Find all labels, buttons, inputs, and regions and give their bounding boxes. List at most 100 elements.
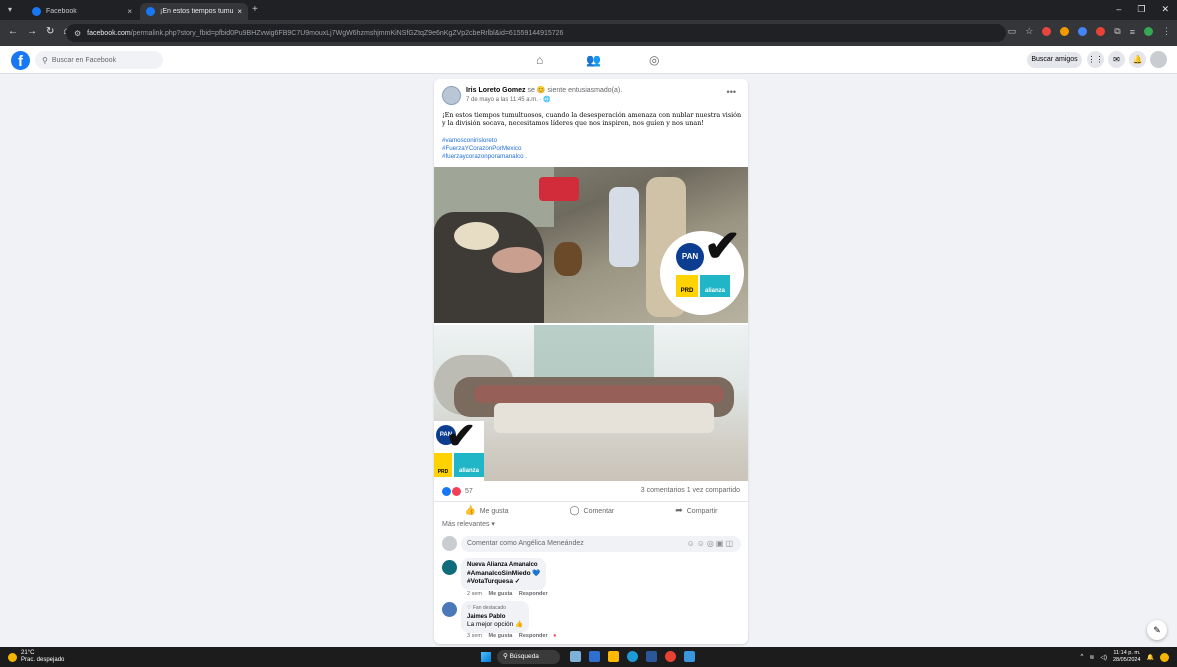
comment-meta: 3 sem Me gusta Responder ● bbox=[467, 633, 556, 639]
browser-tab-strip: ▾ Facebook × ¡En estos tiempos tumult...… bbox=[0, 0, 1177, 20]
groups-nav-icon[interactable]: ◎ bbox=[649, 53, 659, 67]
close-tab-icon[interactable]: × bbox=[127, 7, 132, 16]
friends-nav-icon[interactable]: 👥 bbox=[586, 53, 601, 67]
cast-icon[interactable]: ▭ bbox=[1008, 26, 1017, 37]
site-info-icon[interactable]: ⚙ bbox=[74, 29, 81, 38]
hashtag-link[interactable]: #fuerzaycorazonporamanalco . bbox=[442, 153, 527, 160]
file-explorer-icon[interactable] bbox=[608, 651, 619, 662]
post-actions: 👍 Me gusta ◯ Comentar ➦ Compartir bbox=[434, 501, 748, 519]
post-stats[interactable]: 3 comentarios 1 vez compartido bbox=[641, 487, 740, 494]
comment-bubble-icon: ◯ bbox=[569, 505, 580, 515]
facebook-logo-icon[interactable]: f bbox=[11, 51, 30, 70]
party-logo-badge: PAN PRD alianza ✔ bbox=[434, 415, 484, 481]
comment-line: #AmanalcoSinMiedo 💙 bbox=[467, 569, 541, 577]
comment-label: Comentar bbox=[583, 508, 615, 515]
store-app-icon[interactable] bbox=[646, 651, 657, 662]
hashtag-link[interactable]: #vamosconirisloreto bbox=[442, 137, 497, 144]
tab-search-icon[interactable]: ▾ bbox=[8, 5, 12, 14]
post-card: Iris Loreto Gomez se 😊 siente entusiasma… bbox=[434, 79, 748, 644]
home-nav-icon[interactable]: ⌂ bbox=[536, 53, 543, 67]
comment-sort-dropdown[interactable]: Más relevantes ▾ bbox=[442, 520, 495, 528]
clock[interactable]: 11:14 p. m. 28/05/2024 bbox=[1113, 650, 1141, 664]
new-tab-icon[interactable]: + bbox=[252, 4, 258, 15]
like-label: Me gusta bbox=[479, 508, 509, 515]
messenger-icon[interactable]: ✉ bbox=[1108, 51, 1125, 68]
post-timestamp[interactable]: 7 de mayo a las 11:45 a.m. · 🌐 bbox=[466, 96, 551, 103]
love-reaction-icon bbox=[452, 487, 461, 496]
media-icon[interactable]: ≡ bbox=[1130, 27, 1135, 37]
tab-facebook[interactable]: Facebook × bbox=[26, 3, 138, 20]
comment-reply-link[interactable]: Responder bbox=[519, 633, 548, 639]
extension-icon[interactable] bbox=[1096, 27, 1106, 36]
account-avatar[interactable] bbox=[1150, 51, 1167, 68]
extension-icon[interactable] bbox=[1078, 27, 1088, 36]
author-name[interactable]: Iris Loreto Gomez bbox=[466, 87, 526, 94]
comment-tool-icons[interactable]: ☺☺◎▣◫ bbox=[687, 536, 735, 552]
comment-like-link[interactable]: Me gusta bbox=[489, 591, 513, 597]
facebook-favicon-icon bbox=[32, 7, 41, 16]
facebook-search-input[interactable]: ⚲ Buscar en Facebook bbox=[35, 51, 163, 69]
show-hidden-icons-icon[interactable]: ^ bbox=[1081, 654, 1084, 660]
post-photo-2[interactable]: PAN PRD alianza ✔ bbox=[434, 325, 748, 481]
minimize-icon[interactable]: – bbox=[1116, 4, 1121, 15]
comment-like-link[interactable]: Me gusta bbox=[489, 633, 513, 639]
task-view-icon[interactable] bbox=[589, 651, 600, 662]
extension-icon[interactable] bbox=[1042, 27, 1052, 36]
commenter-name[interactable]: Jaimes Pablo bbox=[467, 613, 523, 622]
like-button[interactable]: 👍 Me gusta bbox=[464, 505, 508, 516]
wifi-icon[interactable]: ≋ bbox=[1089, 654, 1094, 661]
windows-start-icon[interactable] bbox=[481, 652, 491, 662]
tab-post[interactable]: ¡En estos tiempos tumult... × bbox=[140, 3, 248, 20]
temperature: 21°C bbox=[21, 650, 35, 656]
extension-icon[interactable] bbox=[1060, 27, 1070, 36]
bookmark-star-icon[interactable]: ☆ bbox=[1025, 26, 1033, 37]
party-logo-badge: PAN PRD alianza ✔ bbox=[660, 222, 744, 315]
tab-label: ¡En estos tiempos tumult... bbox=[160, 8, 234, 15]
widgets-app-icon[interactable] bbox=[570, 651, 581, 662]
extensions-puzzle-icon[interactable]: ⧉ bbox=[1114, 26, 1120, 37]
comment-button[interactable]: ◯ Comentar bbox=[569, 505, 614, 516]
profile-avatar[interactable] bbox=[1144, 27, 1153, 36]
back-icon[interactable]: ← bbox=[8, 26, 18, 37]
hashtag-link[interactable]: #FuerzaYCorazonPorMexico bbox=[442, 145, 521, 152]
volume-icon[interactable]: ◁) bbox=[1100, 654, 1107, 661]
taskbar-search[interactable]: ⚲ Búsqueda bbox=[497, 650, 560, 664]
browser-menu-icon[interactable]: ⋮ bbox=[1162, 26, 1171, 37]
comment-time[interactable]: 2 sem bbox=[467, 591, 482, 597]
search-placeholder: Buscar en Facebook bbox=[51, 56, 117, 64]
notifications-bell-icon[interactable]: 🔔 bbox=[1129, 51, 1146, 68]
reaction-count: 57 bbox=[465, 488, 473, 495]
comment-reply-link[interactable]: Responder bbox=[519, 591, 548, 597]
post-photo-1[interactable]: PAN PRD alianza ✔ bbox=[434, 167, 748, 323]
search-icon: ⚲ bbox=[42, 55, 48, 65]
taskbar-search-label: Búsqueda bbox=[509, 653, 539, 660]
find-friends-button[interactable]: Buscar amigos bbox=[1027, 52, 1082, 68]
edge-browser-icon[interactable] bbox=[627, 651, 638, 662]
address-bar[interactable]: ⚙ facebook.com /permalink.php?story_fbid… bbox=[66, 24, 1006, 42]
new-message-edit-icon[interactable]: ✎ bbox=[1147, 620, 1167, 640]
post-text: ¡En estos tiempos tumultuosos, cuando la… bbox=[442, 111, 742, 128]
close-window-icon[interactable]: ✕ bbox=[1161, 4, 1169, 15]
tab-label: Facebook bbox=[46, 8, 77, 15]
reload-icon[interactable]: ↻ bbox=[46, 26, 54, 37]
copilot-icon[interactable] bbox=[1160, 652, 1169, 662]
comment-input[interactable]: Comentar como Angélica Meneández ☺☺◎▣◫ bbox=[461, 536, 741, 552]
comment-time[interactable]: 3 sem bbox=[467, 633, 482, 639]
forward-icon[interactable]: → bbox=[27, 26, 37, 37]
commenter-name[interactable]: Nueva Alianza Amanalco bbox=[467, 561, 540, 570]
comment-line: La mejor opción 👍 bbox=[467, 621, 524, 628]
commenter-avatar[interactable] bbox=[442, 602, 457, 617]
clock-date: 28/05/2024 bbox=[1112, 657, 1141, 663]
share-button[interactable]: ➦ Compartir bbox=[675, 505, 717, 516]
weather-widget[interactable]: 21°C Prac. despejado bbox=[8, 650, 64, 664]
restore-icon[interactable]: ❐ bbox=[1137, 4, 1145, 15]
more-options-icon[interactable]: ••• bbox=[727, 87, 736, 97]
chrome-browser-icon[interactable] bbox=[665, 651, 676, 662]
notification-bell-icon[interactable]: 🔔 bbox=[1147, 654, 1154, 661]
app-icon[interactable] bbox=[684, 651, 695, 662]
author-avatar[interactable] bbox=[442, 86, 461, 105]
close-tab-icon[interactable]: × bbox=[237, 7, 242, 16]
reaction-summary[interactable]: 57 bbox=[442, 487, 473, 496]
menu-grid-icon[interactable]: ⋮⋮ bbox=[1087, 51, 1104, 68]
commenter-avatar[interactable] bbox=[442, 560, 457, 575]
